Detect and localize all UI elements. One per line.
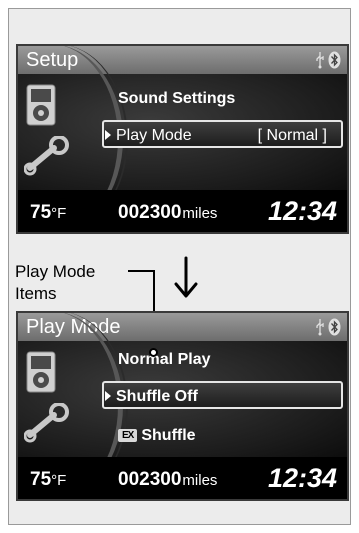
menu-item-play-mode[interactable]: Play Mode [ Normal ] xyxy=(102,120,343,148)
usb-icon xyxy=(316,319,324,336)
callout-line-1: Play Mode xyxy=(15,262,96,281)
ex-badge: EX xyxy=(118,429,138,443)
status-footer: 75°F 002300miles 12:34 xyxy=(18,457,347,499)
odometer-value: 002300 xyxy=(118,469,182,490)
temperature-unit: °F xyxy=(51,205,67,222)
clock-display: 12:34 xyxy=(267,463,337,493)
bluetooth-icon xyxy=(328,318,341,336)
menu-area: Normal Play Shuffle Off EX Shuffle xyxy=(18,313,347,499)
temperature-value: 75 xyxy=(30,202,52,223)
down-arrow-icon xyxy=(174,256,198,298)
play-mode-value: [ Normal ] xyxy=(257,127,327,144)
menu-area: Sound Settings Play Mode [ Normal ] xyxy=(18,46,347,232)
callout-dot xyxy=(149,348,158,357)
status-icons xyxy=(315,50,341,70)
temperature-value: 75 xyxy=(30,469,52,490)
wrench-icon xyxy=(24,403,69,443)
usb-icon xyxy=(316,52,324,69)
temperature-display: 75°F xyxy=(30,202,66,224)
odometer-value: 002300 xyxy=(118,202,182,223)
status-icons xyxy=(315,317,341,337)
play-mode-screen: Play Mode Normal Play Shuffle Off EX Shu… xyxy=(16,311,349,501)
ipod-icon xyxy=(26,84,56,126)
wrench-icon xyxy=(24,136,69,176)
odometer-unit: miles xyxy=(182,205,218,222)
selection-arrow-icon xyxy=(105,391,111,401)
callout-leader-horizontal xyxy=(128,270,154,272)
menu-item-shuffle-off[interactable]: Shuffle Off xyxy=(102,381,343,409)
menu-item-sound-settings[interactable]: Sound Settings xyxy=(118,90,235,108)
callout-line-2: Items xyxy=(15,284,57,303)
setup-screen: Setup Sound Settings Play Mode [Normal … xyxy=(16,44,349,234)
odometer-display: 002300miles xyxy=(118,469,217,491)
callout-label: Play Mode Items xyxy=(15,261,95,305)
temperature-display: 75°F xyxy=(30,469,66,491)
odometer-display: 002300miles xyxy=(118,202,217,224)
menu-item-ex-shuffle[interactable]: EX Shuffle xyxy=(118,427,196,445)
menu-item-label: Play Mode xyxy=(116,127,192,144)
menu-item-label: Shuffle Off xyxy=(116,388,198,405)
bluetooth-icon xyxy=(328,51,341,69)
clock-display: 12:34 xyxy=(267,196,337,226)
menu-item-label: Shuffle xyxy=(141,427,196,444)
temperature-unit: °F xyxy=(51,472,67,489)
menu-item-label: Normal Play xyxy=(118,351,211,368)
status-footer: 75°F 002300miles 12:34 xyxy=(18,190,347,232)
menu-item-label: Sound Settings xyxy=(118,90,236,107)
ipod-icon xyxy=(26,351,56,393)
menu-item-normal-play[interactable]: Normal Play xyxy=(118,351,210,369)
odometer-unit: miles xyxy=(182,472,218,489)
selection-arrow-icon xyxy=(105,130,111,140)
